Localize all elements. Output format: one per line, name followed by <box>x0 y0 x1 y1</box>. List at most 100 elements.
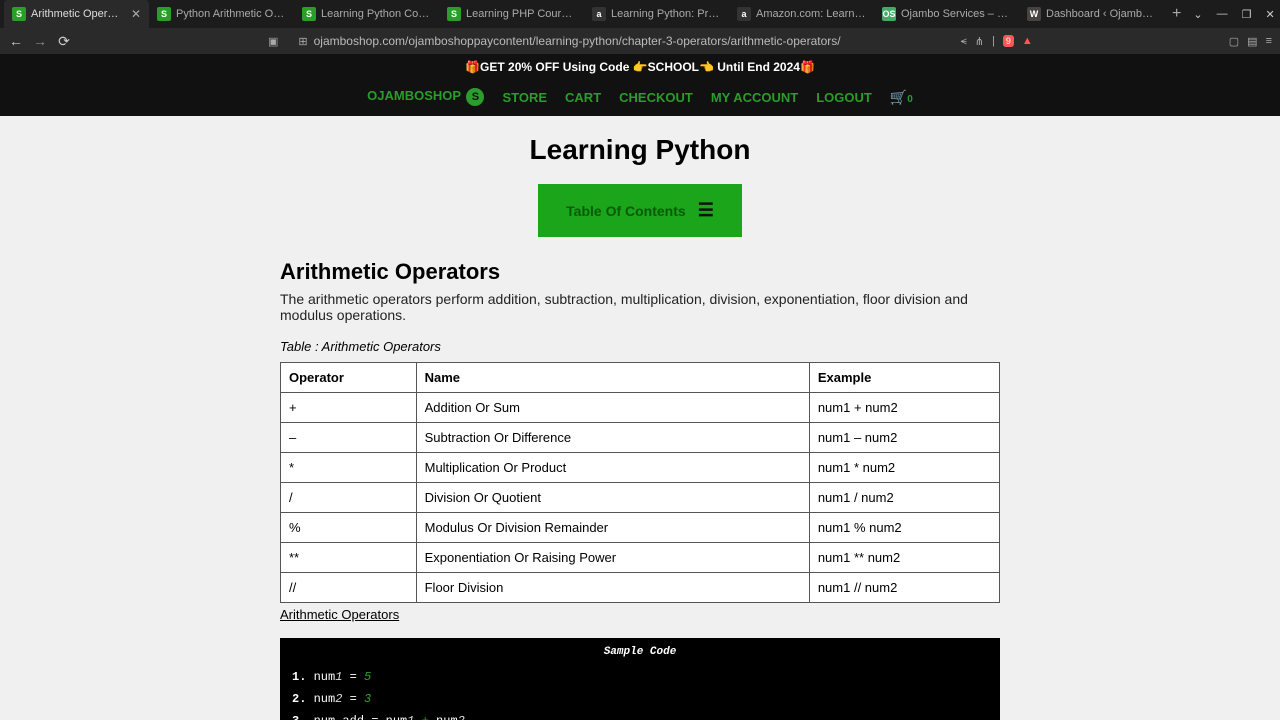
table-cell: num1 * num2 <box>809 453 999 483</box>
table-row: +Addition Or Sumnum1 + num2 <box>281 393 1000 423</box>
code-block: Sample Code 1. num1 = 52. num2 = 33. num… <box>280 638 1000 720</box>
tab-favicon-icon: S <box>157 7 171 21</box>
table-cell: + <box>281 393 417 423</box>
toc-button[interactable]: Table Of Contents ☰ <box>538 184 742 237</box>
url-text: ojamboshop.com/ojamboshoppaycontent/lear… <box>314 34 841 48</box>
table-cell: Modulus Or Division Remainder <box>416 513 809 543</box>
reload-button[interactable]: ⟳ <box>56 33 72 50</box>
nav-logout[interactable]: LOGOUT <box>816 90 872 105</box>
table-footer-link[interactable]: Arithmetic Operators <box>280 607 399 622</box>
shield-badge[interactable]: 9 <box>1003 35 1014 47</box>
table-cell: * <box>281 453 417 483</box>
main-nav: OJAMBOSHOP S STORE CART CHECKOUT MY ACCO… <box>0 80 1280 116</box>
tab-favicon-icon: S <box>447 7 461 21</box>
bookmarks-icon[interactable]: ▤ <box>1247 35 1257 48</box>
hamburger-icon: ☰ <box>698 200 714 221</box>
table-cell: Floor Division <box>416 573 809 603</box>
browser-tab[interactable]: S Learning Python Course - <box>294 0 439 28</box>
table-cell: // <box>281 573 417 603</box>
col-example: Example <box>809 363 999 393</box>
table-row: **Exponentiation Or Raising Powernum1 **… <box>281 543 1000 573</box>
section-title: Arithmetic Operators <box>280 259 1000 285</box>
table-cell: Division Or Quotient <box>416 483 809 513</box>
table-cell: Exponentiation Or Raising Power <box>416 543 809 573</box>
nav-cart[interactable]: CART <box>565 90 601 105</box>
section-description: The arithmetic operators perform additio… <box>280 291 1000 323</box>
table-row: /Division Or Quotientnum1 / num2 <box>281 483 1000 513</box>
table-row: //Floor Divisionnum1 // num2 <box>281 573 1000 603</box>
browser-tab[interactable]: S Arithmetic Operators - ✕ <box>4 0 149 28</box>
browser-tab[interactable]: S Learning PHP Course - Oja <box>439 0 584 28</box>
table-cell: Subtraction Or Difference <box>416 423 809 453</box>
table-cell: – <box>281 423 417 453</box>
browser-tab[interactable]: a Amazon.com: Learning PH <box>729 0 874 28</box>
browser-tab[interactable]: W Dashboard ‹ Ojambo — Wo <box>1019 0 1164 28</box>
col-operator: Operator <box>281 363 417 393</box>
promo-banner: 🎁GET 20% OFF Using Code 👉SCHOOL👈 Until E… <box>0 54 1280 80</box>
table-row: %Modulus Or Division Remaindernum1 % num… <box>281 513 1000 543</box>
address-bar[interactable]: ⊞ ojamboshop.com/ojamboshoppaycontent/le… <box>286 34 952 48</box>
tab-title: Dashboard ‹ Ojambo — Wo <box>1046 8 1156 20</box>
forward-button[interactable]: → <box>32 33 48 49</box>
nav-my-account[interactable]: MY ACCOUNT <box>711 90 798 105</box>
tab-favicon-icon: a <box>592 7 606 21</box>
table-cell: num1 % num2 <box>809 513 999 543</box>
page-title: Learning Python <box>280 134 1000 166</box>
tab-title: Arithmetic Operators - <box>31 8 122 20</box>
operators-table: Operator Name Example +Addition Or Sumnu… <box>280 362 1000 603</box>
window-maximize-icon[interactable]: ❐ <box>1238 6 1256 23</box>
code-line: 1. num1 = 5 <box>280 666 1000 688</box>
table-cell: num1 ** num2 <box>809 543 999 573</box>
tab-bar: S Arithmetic Operators - ✕ S Python Arithmet… <box>0 0 1280 28</box>
table-cell: num1 + num2 <box>809 393 999 423</box>
tab-favicon-icon: W <box>1027 7 1041 21</box>
table-caption: Table : Arithmetic Operators <box>280 339 1000 354</box>
sidebar-toggle-icon[interactable]: ▣ <box>268 35 278 48</box>
brand-badge-icon: S <box>466 88 484 106</box>
menu-icon[interactable]: ≡ <box>1266 35 1272 47</box>
back-button[interactable]: ← <box>8 33 24 49</box>
table-cell: num1 // num2 <box>809 573 999 603</box>
table-cell: / <box>281 483 417 513</box>
sidebar-icon[interactable]: ▢ <box>1229 35 1239 48</box>
tab-favicon-icon: OS <box>882 7 896 21</box>
tab-title: Learning Python: Program <box>611 8 721 20</box>
browser-tab[interactable]: S Python Arithmetic Operato <box>149 0 294 28</box>
browser-tab[interactable]: OS Ojambo Services – For Indi <box>874 0 1019 28</box>
new-tab-button[interactable]: + <box>1164 5 1189 23</box>
tab-favicon-icon: S <box>302 7 316 21</box>
nav-store[interactable]: STORE <box>502 90 547 105</box>
browser-tab[interactable]: a Learning Python: Program <box>584 0 729 28</box>
table-cell: Addition Or Sum <box>416 393 809 423</box>
cart-icon[interactable]: 🛒0 <box>890 89 913 106</box>
tab-title: Learning Python Course - <box>321 8 431 20</box>
tab-favicon-icon: a <box>737 7 751 21</box>
table-cell: Multiplication Or Product <box>416 453 809 483</box>
table-row: –Subtraction Or Differencenum1 – num2 <box>281 423 1000 453</box>
tab-title: Ojambo Services – For Indi <box>901 8 1011 20</box>
site-info-icon[interactable]: ⊞ <box>298 35 307 48</box>
rss-icon[interactable]: ⋔ <box>975 35 984 48</box>
share-icon[interactable]: ⪪ <box>961 35 967 48</box>
col-name: Name <box>416 363 809 393</box>
table-row: *Multiplication Or Productnum1 * num2 <box>281 453 1000 483</box>
tab-title: Amazon.com: Learning PH <box>756 8 866 20</box>
nav-brand[interactable]: OJAMBOSHOP S <box>367 88 484 106</box>
code-line: 3. num_add = num1 + num2 <box>280 710 1000 720</box>
nav-checkout[interactable]: CHECKOUT <box>619 90 693 105</box>
table-cell: num1 – num2 <box>809 423 999 453</box>
table-cell: num1 / num2 <box>809 483 999 513</box>
table-cell: % <box>281 513 417 543</box>
tab-title: Python Arithmetic Operato <box>176 8 286 20</box>
toc-label: Table Of Contents <box>566 203 686 219</box>
code-line: 2. num2 = 3 <box>280 688 1000 710</box>
table-cell: ** <box>281 543 417 573</box>
window-close-icon[interactable]: ✕ <box>1261 6 1278 23</box>
tab-close-icon[interactable]: ✕ <box>131 7 141 21</box>
tab-title: Learning PHP Course - Oja <box>466 8 576 20</box>
divider: | <box>992 35 995 47</box>
window-minimize-icon[interactable]: — <box>1213 6 1232 23</box>
tab-favicon-icon: S <box>12 7 26 21</box>
window-dropdown-icon[interactable]: ⌄ <box>1189 6 1206 23</box>
brave-icon[interactable]: ▲ <box>1022 35 1033 47</box>
